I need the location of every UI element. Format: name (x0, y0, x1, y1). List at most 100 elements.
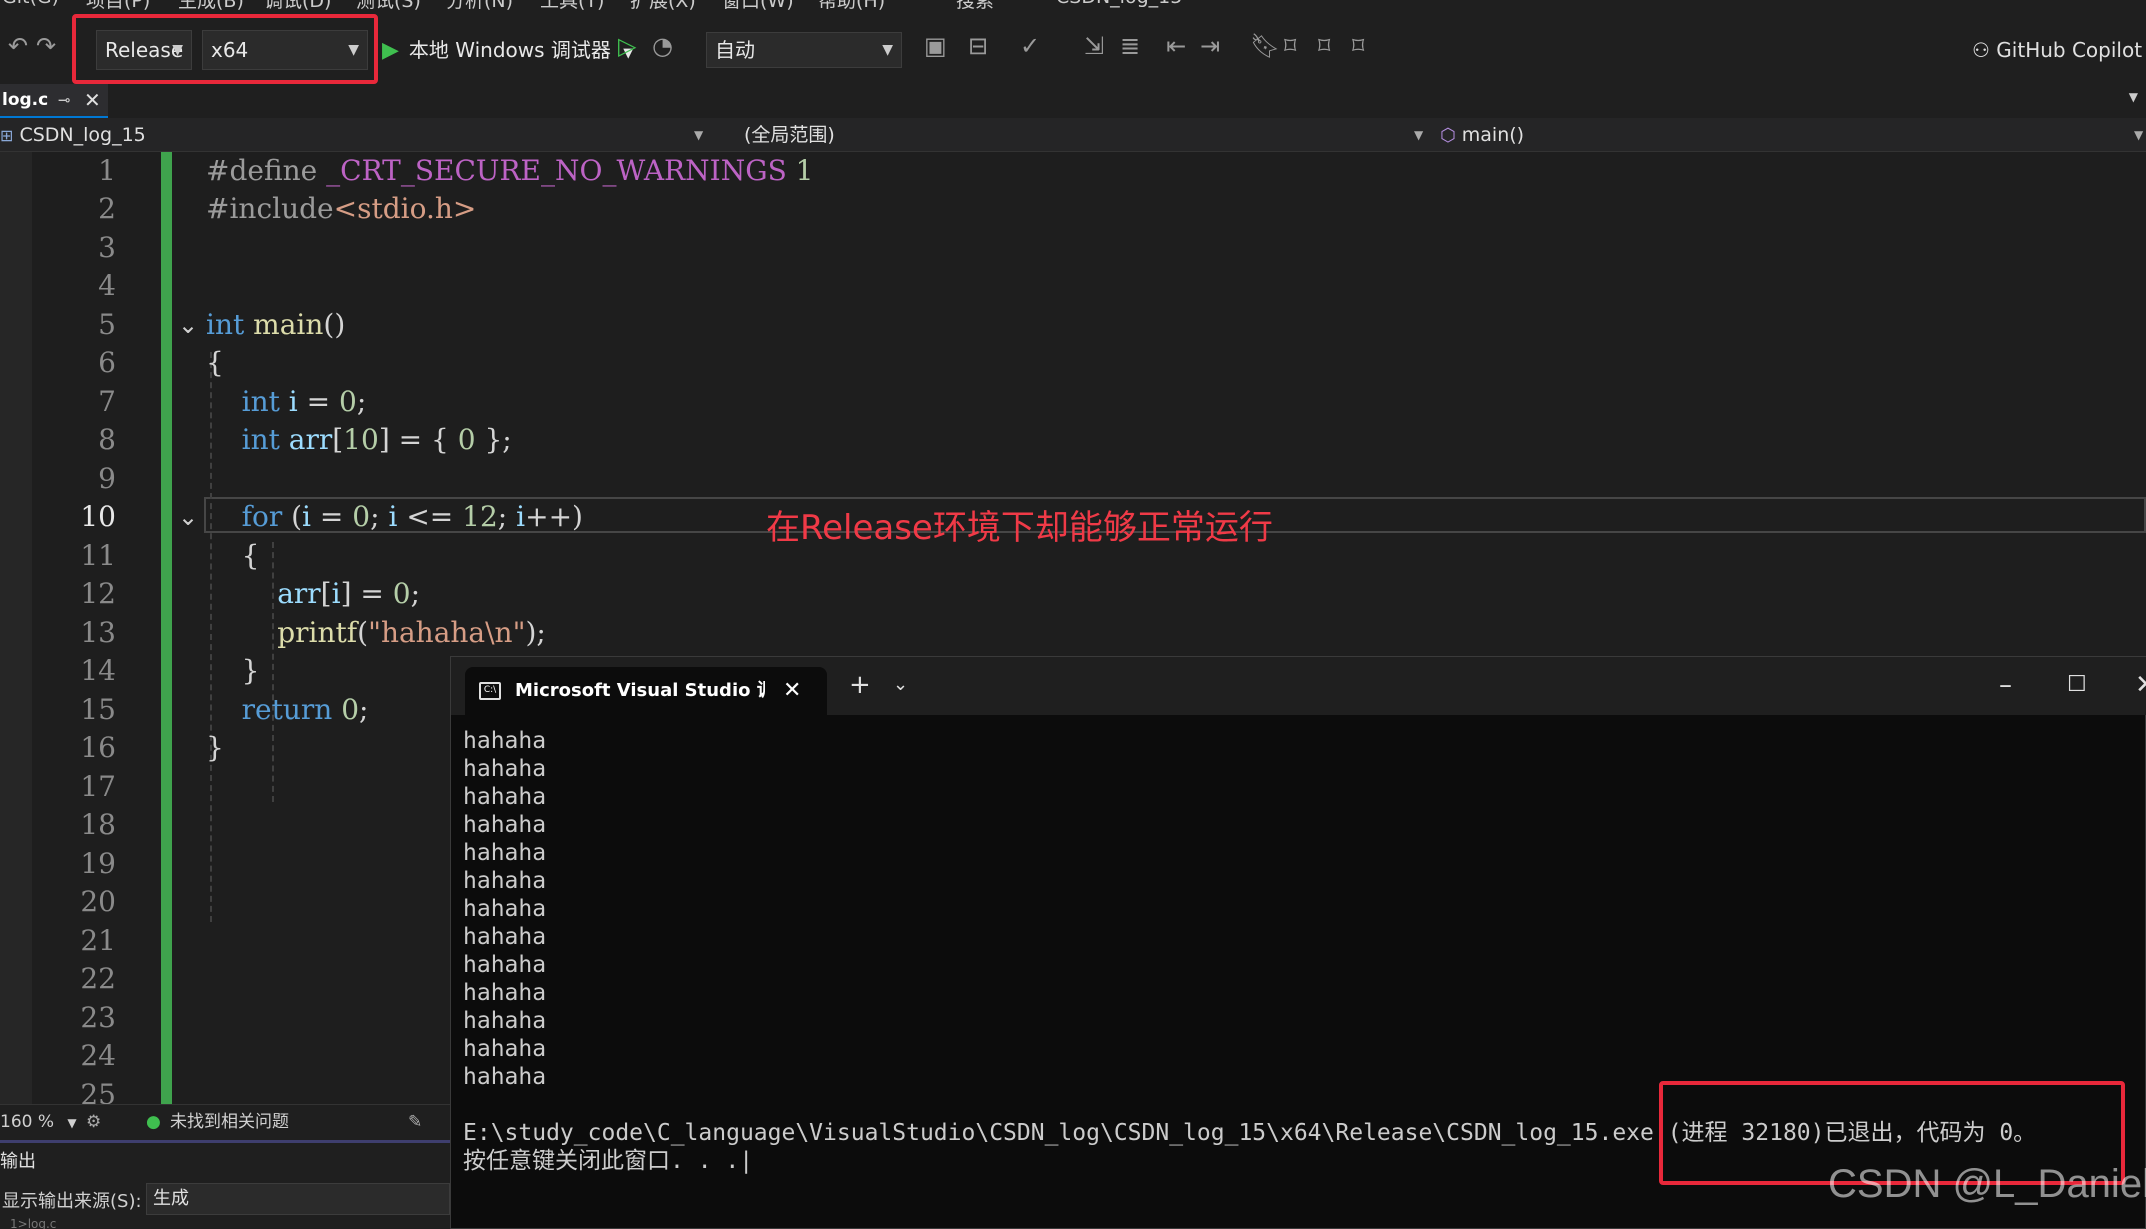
fold-chevron-icon[interactable]: ⌄ (178, 306, 198, 344)
menu-tools[interactable]: 工具(T) (540, 0, 604, 12)
redo-icon[interactable]: ↷ (36, 32, 56, 60)
line-number: 21 (80, 924, 116, 957)
prev-bookmark-icon[interactable]: ⌑ (1284, 32, 1296, 60)
new-tab-icon[interactable]: + (849, 665, 871, 705)
menu-debug[interactable]: 调试(D) (264, 0, 331, 12)
line-number-current: 10 (80, 500, 116, 533)
output-source-value: 生成 (153, 1188, 189, 1209)
line-number: 4 (98, 269, 116, 302)
text-cursor: | (739, 1148, 754, 1174)
close-window-icon[interactable]: ✕ (2135, 665, 2146, 705)
tab-log-c[interactable]: log.c ⊸ ✕ (0, 84, 108, 118)
menu-git[interactable]: Git(G) (2, 0, 59, 8)
step-into-icon[interactable]: ⇲ (1084, 32, 1104, 60)
project-icon: ⊞ (0, 126, 14, 145)
line-number: 25 (80, 1078, 116, 1104)
line-number: 15 (80, 693, 116, 726)
line-number: 11 (80, 539, 116, 572)
chevron-down-icon[interactable]: ⌄ (893, 665, 908, 705)
menu-build[interactable]: 生成(B) (178, 0, 244, 12)
line-number: 12 (80, 577, 116, 610)
menu-help[interactable]: 帮助(H) (818, 0, 885, 12)
menu-bar: Git(G) 项目(P) 生成(B) 调试(D) 测试(S) 分析(N) 工具(… (0, 0, 2146, 12)
highlight-box-config (72, 14, 378, 84)
navigation-bar: ⊞ CSDN_log_15 ▼ (全局范围) ▼ ⬡ main() ▼ (0, 118, 2146, 152)
console-line: hahaha (463, 952, 547, 978)
indent-icon[interactable]: ⇥ (1200, 32, 1220, 60)
change-tracking-bar (161, 152, 172, 1104)
press-key-text: 按任意键关闭此窗口. . . (463, 1148, 740, 1174)
member-value: main() (1461, 124, 1525, 146)
output-source-dropdown[interactable]: 生成 (146, 1183, 450, 1215)
close-icon[interactable]: ✕ (84, 84, 101, 116)
line-number: 14 (80, 654, 116, 687)
output-panel: 输出 显示输出来源(S): 生成 1>log.c (0, 1140, 450, 1229)
code-line: } (206, 731, 224, 764)
code-line: int i = 0; (241, 385, 367, 418)
health-icon[interactable]: ⚙ (86, 1105, 101, 1139)
close-icon[interactable]: ✕ (783, 667, 801, 715)
console-line: hahaha (463, 868, 547, 894)
chevron-down-icon[interactable]: ▼ (2129, 90, 2138, 104)
format-icon[interactable]: ≣ (1120, 32, 1140, 60)
minimize-icon[interactable]: – (1999, 665, 2012, 705)
code-line: printf("hahaha\n"); (277, 616, 546, 649)
zoom-dropdown[interactable]: 160 % ▼ (0, 1105, 77, 1140)
outdent-icon[interactable]: ⇤ (1166, 32, 1186, 60)
fold-chevron-icon[interactable]: ⌄ (178, 498, 198, 536)
tab-label: log.c (2, 90, 49, 110)
line-number: 23 (80, 1001, 116, 1034)
document-tab-strip: log.c ⊸ ✕ ▼ (0, 84, 2146, 118)
menu-test[interactable]: 测试(S) (356, 0, 421, 12)
console-titlebar[interactable]: C:\ Microsoft Visual Studio 调试控制台 ✕ + ⌄ … (451, 657, 2146, 715)
line-number: 5 (98, 308, 116, 341)
clear-bookmarks-icon[interactable]: ⌑ (1352, 32, 1364, 60)
output-title: 输出 (0, 1151, 36, 1172)
next-bookmark-icon[interactable]: ⌑ (1318, 32, 1330, 60)
github-copilot-button[interactable]: ⚇ GitHub Copilot (1972, 30, 2142, 70)
line-number: 6 (98, 346, 116, 379)
toolbar: ↶ ↷ Release ▼ x64 ▼ ▶ 本地 Windows 调试器 ▼ ▷ … (0, 12, 2146, 92)
debug-console-window[interactable]: C:\ Microsoft Visual Studio 调试控制台 ✕ + ⌄ … (450, 656, 2146, 1229)
pin-icon[interactable]: ⊸ (58, 84, 71, 116)
menu-extensions[interactable]: 扩展(X) (630, 0, 696, 12)
brush-icon[interactable]: ✎ (408, 1105, 422, 1139)
maximize-icon[interactable]: ☐ (2067, 665, 2087, 705)
menu-window[interactable]: 窗口(W) (722, 0, 794, 12)
spell-check-icon[interactable]: ✓ (1020, 32, 1040, 60)
project-dropdown[interactable]: ⊞ CSDN_log_15 ▼ (0, 118, 712, 152)
window-layout-icon[interactable]: ⊟ (968, 32, 988, 60)
menu-search[interactable]: 搜索 (956, 0, 994, 12)
output-first-line: 1>log.c (10, 1217, 57, 1229)
code-line: int arr[10] = { 0 }; (241, 423, 512, 456)
console-line: hahaha (463, 784, 547, 810)
code-line: for (i = 0; i <= 12; i++) (241, 500, 583, 533)
bookmark-icon[interactable]: 🔖︎ (1250, 32, 1280, 60)
chevron-down-icon: ▼ (694, 128, 704, 142)
code-line: { (206, 346, 224, 379)
console-line: hahaha (463, 840, 547, 866)
chevron-down-icon: ▼ (1414, 128, 1424, 142)
code-line: int main() (206, 308, 346, 341)
start-debugging-button[interactable]: ▶ 本地 Windows 调试器 ▼ (382, 30, 633, 70)
member-dropdown[interactable]: ⬡ main() ▼ (1440, 118, 2146, 152)
menu-analyze[interactable]: 分析(N) (446, 0, 513, 12)
copilot-icon: ⚇ (1972, 38, 1990, 62)
issues-text[interactable]: 未找到相关问题 (170, 1105, 289, 1139)
console-tab[interactable]: C:\ Microsoft Visual Studio 调试控制台 ✕ (465, 667, 827, 715)
scope-dropdown[interactable]: (全局范围) ▼ (744, 118, 1430, 152)
hot-reload-icon[interactable]: ◔ (652, 32, 673, 60)
menu-project[interactable]: 项目(P) (86, 0, 150, 12)
console-line: hahaha (463, 756, 547, 782)
indicator-margin[interactable] (0, 152, 32, 1104)
console-line: hahaha (463, 1036, 547, 1062)
solution-explorer-icon[interactable]: ▣ (924, 32, 947, 60)
watermark: CSDN @L_Daniel (1828, 1162, 2146, 1206)
console-icon: C:\ (479, 682, 501, 700)
play-icon: ▶ (382, 38, 399, 63)
auto-dropdown[interactable]: 自动 ▼ (706, 32, 902, 68)
line-number: 3 (98, 231, 116, 264)
start-without-debugging-icon[interactable]: ▷ (618, 32, 636, 60)
undo-icon[interactable]: ↶ (8, 32, 28, 60)
output-source-label: 显示输出来源(S): (2, 1191, 142, 1212)
